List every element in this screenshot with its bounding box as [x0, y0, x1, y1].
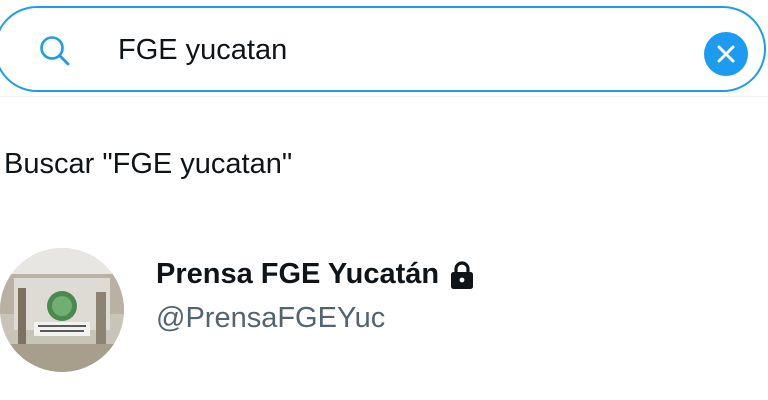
account-result-row[interactable]: Prensa FGE Yucatán @PrensaFGEYuc [0, 236, 768, 386]
search-suggestion[interactable]: Buscar "FGE yucatan" [4, 148, 292, 181]
clear-search-button[interactable] [704, 32, 748, 76]
search-page: Buscar "FGE yucatan" Prensa FGE Yucatán [0, 0, 768, 400]
search-box[interactable] [0, 6, 766, 92]
avatar-image [0, 248, 124, 372]
avatar[interactable] [0, 248, 124, 372]
account-handle: @PrensaFGEYuc [156, 302, 386, 334]
account-name: Prensa FGE Yucatán [156, 258, 440, 290]
lock-icon [451, 260, 474, 289]
search-icon [40, 36, 70, 66]
close-icon [717, 45, 735, 63]
account-name-line: Prensa FGE Yucatán [156, 258, 477, 291]
search-input[interactable] [118, 30, 678, 70]
divider [0, 96, 768, 97]
